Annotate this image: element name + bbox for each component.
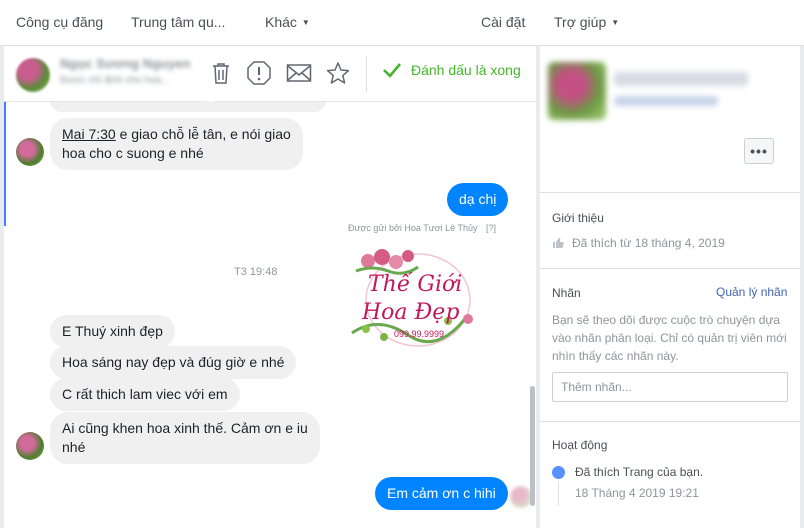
conversation-header: Ngọc Sương Nguyen Được chỉ định cho hoa.… — [4, 46, 536, 102]
profile-picture — [548, 62, 606, 120]
contact-avatar — [16, 432, 44, 460]
nav-publishing-tools[interactable]: Công cụ đăng — [16, 14, 103, 30]
message-bubble: Mai 7:30 e giao chỗ lễ tân, e nói giao h… — [50, 118, 303, 170]
nav-more[interactable]: Khác ▼ — [265, 14, 310, 30]
message-bubble-sent: dạ chị — [447, 183, 509, 216]
chevron-down-icon: ▼ — [611, 18, 620, 27]
sent-by-help[interactable]: [?] — [486, 223, 496, 233]
activity-text: Đã thích Trang của bạn. — [575, 465, 704, 479]
liked-since-row: Đã thích từ 18 tháng 4, 2019 — [552, 236, 725, 250]
header-divider — [366, 56, 367, 92]
nav-help[interactable]: Trợ giúp ▼ — [554, 14, 619, 30]
mail-icon[interactable] — [286, 60, 312, 86]
contact-name[interactable]: Ngọc Sương Nguyen — [60, 56, 191, 71]
profile-name-blurred — [614, 72, 748, 86]
message-text: Ai cũng khen hoa xinh thế. Cảm ơn e iu — [62, 420, 308, 436]
message-timestamp: T3 19:48 — [234, 266, 278, 278]
spam-icon[interactable] — [246, 60, 272, 86]
top-navigation: Công cụ đăng Trung tâm qu... Khác ▼ Cài đ… — [0, 0, 804, 46]
contact-avatar — [16, 58, 50, 92]
message-bubble: Hoa sáng nay đẹp và đúg giờ e nhé — [50, 346, 297, 379]
conversation-panel: Mai 7:30 e giao chỗ lễ tân, e nói giao h… — [4, 46, 536, 528]
activity-date: 18 Tháng 4 2019 19:21 — [575, 486, 699, 500]
check-icon — [383, 63, 401, 78]
scrollbar[interactable] — [530, 386, 535, 506]
message-date-link[interactable]: Mai 7:30 — [62, 126, 116, 142]
nav-creator-studio[interactable]: Trung tâm qu... — [131, 14, 225, 30]
seen-avatar — [510, 486, 532, 508]
mark-done-button[interactable]: Đánh dấu là xong — [382, 62, 521, 78]
watermark-text: Hoa Đẹp — [362, 300, 460, 325]
watermark-text: Thế Giới — [368, 272, 463, 297]
message-bubble: Ai cũng khen hoa xinh thế. Cảm ơn e iu n… — [50, 412, 320, 464]
watermark-phone: 099.99.9999 — [394, 329, 445, 339]
customer-info-panel: ••• Giới thiệu Đã thích từ 18 tháng 4, 2… — [540, 46, 800, 528]
activity-dot-icon — [552, 466, 565, 479]
divider — [540, 268, 800, 269]
intro-title: Giới thiệu — [552, 211, 604, 225]
sent-by-note: Được gửi bởi Hoa Tươi Lê Thủy [?] — [348, 223, 496, 233]
labels-description: Bạn sẽ theo dõi được cuộc trò chuyện dựa… — [552, 313, 787, 363]
message-text: nhé — [62, 439, 86, 455]
trash-icon[interactable] — [208, 60, 234, 86]
message-bubble: E Thuý xinh đẹp — [50, 315, 175, 348]
selected-indicator — [4, 102, 6, 226]
add-label-input[interactable] — [552, 372, 788, 402]
message-bubble: C rất thich lam viec với em — [50, 378, 240, 411]
contact-assignment: Được chỉ định cho hoa... — [60, 75, 170, 86]
profile-link-blurred — [614, 96, 718, 106]
nav-help-label: Trợ giúp — [554, 14, 607, 30]
star-icon[interactable] — [325, 60, 351, 86]
labels-title: Nhãn — [552, 286, 581, 300]
activity-timeline-line — [558, 481, 559, 506]
divider — [540, 192, 800, 193]
divider — [540, 421, 800, 422]
manage-labels-link[interactable]: Quản lý nhãn — [716, 285, 787, 299]
chevron-down-icon: ▼ — [301, 18, 310, 27]
nav-more-label: Khác — [265, 14, 297, 30]
message-text: e giao chỗ lễ tân, e nói giao — [115, 126, 291, 142]
liked-since-text: Đã thích từ 18 tháng 4, 2019 — [572, 236, 725, 250]
more-options-button[interactable]: ••• — [744, 138, 774, 164]
activity-title: Hoạt động — [552, 438, 608, 452]
contact-avatar — [16, 138, 44, 166]
sent-by-text: Được gửi bởi Hoa Tươi Lê Thủy — [348, 223, 478, 233]
mark-done-label: Đánh dấu là xong — [411, 62, 521, 78]
nav-settings[interactable]: Cài đặt — [481, 14, 525, 30]
message-text: hoa cho c suong e nhé — [62, 145, 204, 161]
message-bubble-sent: Em cảm ơn c hihi — [375, 477, 508, 510]
thumbs-up-icon — [553, 238, 564, 248]
